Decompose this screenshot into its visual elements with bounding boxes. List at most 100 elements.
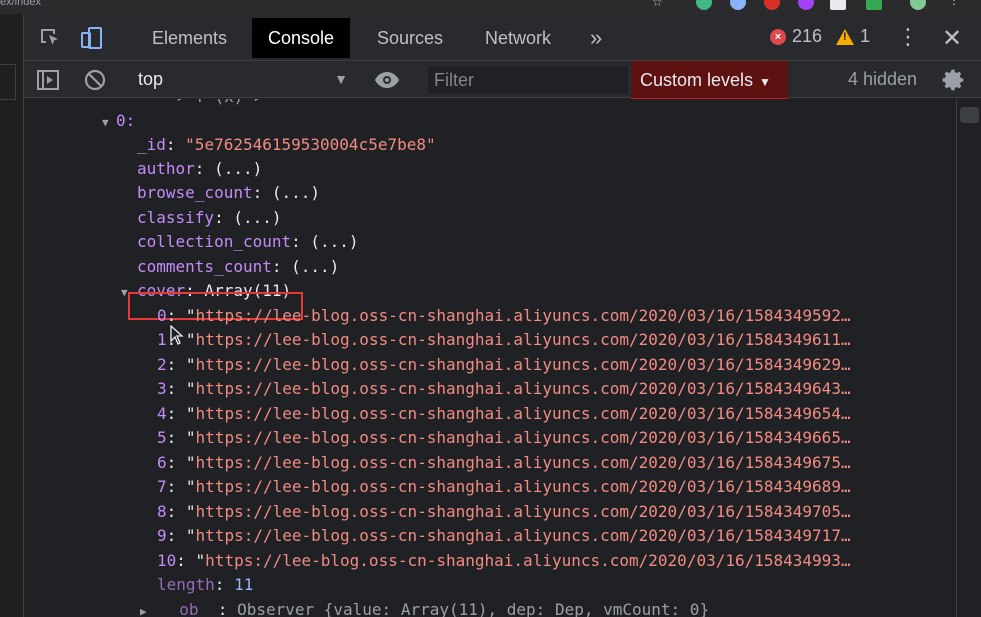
expand-triangle-icon[interactable]: ▼	[102, 111, 116, 135]
page-element	[0, 64, 16, 100]
array-value[interactable]: https://lee-blog.oss-cn-shanghai.aliyunc…	[196, 379, 851, 398]
inspect-element-icon[interactable]	[38, 26, 62, 50]
console-scrollbar[interactable]	[956, 99, 981, 617]
clear-console-icon[interactable]	[83, 68, 107, 92]
tab-console[interactable]: Console	[252, 18, 351, 58]
cover-item-row[interactable]: 9: "https://lee-blog.oss-cn-shanghai.ali…	[157, 524, 851, 548]
cover-item-row[interactable]: 5: "https://lee-blog.oss-cn-shanghai.ali…	[157, 426, 851, 450]
live-expression-eye-icon[interactable]	[374, 68, 399, 92]
extension-icon[interactable]	[730, 0, 746, 10]
extension-icon[interactable]	[866, 0, 882, 10]
array-value[interactable]: https://lee-blog.oss-cn-shanghai.aliyunc…	[196, 453, 851, 472]
field-value: "5e762546159530004c5e7be8"	[185, 135, 436, 154]
browser-url[interactable]: ex/index	[0, 0, 41, 8]
array-length-row: length: 11	[157, 575, 254, 594]
device-toolbar-icon[interactable]	[80, 26, 104, 50]
array-index: 8	[157, 502, 167, 521]
log-levels-dropdown[interactable]: Custom levels ▼	[631, 61, 788, 99]
field-row-collection-count[interactable]: collection_count: (...)	[137, 230, 359, 254]
field-key: _id	[137, 135, 166, 154]
extension-icon[interactable]	[830, 0, 846, 10]
array-index: 6	[157, 453, 167, 472]
field-value[interactable]: (...)	[214, 159, 262, 178]
field-value[interactable]: (...)	[310, 232, 358, 251]
field-row-comments-count[interactable]: comments_count: (...)	[137, 255, 339, 279]
hidden-messages-count: 4 hidden	[848, 69, 918, 89]
array-index: 9	[157, 526, 167, 545]
observer-value: Observer {value: Array(11), dep: Dep, vm…	[237, 600, 710, 617]
cover-item-row[interactable]: 2: "https://lee-blog.oss-cn-shanghai.ali…	[157, 353, 851, 377]
show-sidebar-icon[interactable]	[36, 68, 60, 92]
field-value[interactable]: (...)	[272, 183, 320, 202]
error-count: 216	[792, 26, 823, 46]
array-value[interactable]: https://lee-blog.oss-cn-shanghai.aliyunc…	[196, 502, 851, 521]
field-value[interactable]: (...)	[291, 257, 339, 276]
extension-icon[interactable]	[798, 0, 814, 10]
array-value[interactable]: https://lee-blog.oss-cn-shanghai.aliyunc…	[196, 404, 851, 423]
mouse-cursor-icon	[170, 324, 184, 345]
array-value[interactable]: https://lee-blog.oss-cn-shanghai.aliyunc…	[196, 306, 851, 325]
cover-item-row[interactable]: 10: "https://lee-blog.oss-cn-shanghai.al…	[157, 549, 851, 573]
browser-menu-icon[interactable]: ⋮	[948, 0, 964, 10]
scrollbar-thumb[interactable]	[960, 107, 979, 123]
observer-key: __ob__	[160, 600, 218, 617]
error-icon: ×	[770, 28, 786, 45]
array-index: 0	[157, 306, 167, 325]
field-key: collection_count	[137, 232, 292, 251]
array-index: 4	[157, 404, 167, 423]
field-value[interactable]: (...)	[233, 208, 281, 227]
console-settings-gear-icon[interactable]	[941, 68, 965, 92]
array-index: 10	[157, 551, 177, 570]
field-key: comments_count	[137, 257, 272, 276]
log-levels-label: Custom levels	[640, 70, 754, 90]
cover-item-row[interactable]: 3: "https://lee-blog.oss-cn-shanghai.ali…	[157, 377, 851, 401]
caret-down-icon: ▼	[759, 75, 771, 89]
browser-top-strip: ex/index ☆ ⋮	[0, 0, 981, 14]
field-row-classify[interactable]: classify: (...)	[137, 206, 282, 230]
observer-row[interactable]: ▶ __ob__: Observer {value: Array(11), dep…	[140, 598, 709, 617]
devtools-menu-icon[interactable]: ⋮	[896, 26, 920, 50]
field-row-author[interactable]: author: (...)	[137, 157, 262, 181]
extension-badge-icon[interactable]	[764, 0, 780, 10]
tab-network[interactable]: Network	[485, 18, 551, 58]
vue-extension-icon[interactable]	[696, 0, 712, 10]
length-key: length	[157, 575, 215, 594]
object-index: 0:	[116, 111, 136, 130]
cover-item-row[interactable]: 4: "https://lee-blog.oss-cn-shanghai.ali…	[157, 402, 851, 426]
filter-input[interactable]	[428, 66, 628, 94]
cover-item-row[interactable]: 6: "https://lee-blog.oss-cn-shanghai.ali…	[157, 451, 851, 475]
array-value[interactable]: https://lee-blog.oss-cn-shanghai.aliyunc…	[196, 428, 851, 447]
close-devtools-icon[interactable]: ✕	[940, 26, 964, 50]
tab-sources[interactable]: Sources	[377, 18, 443, 58]
console-output[interactable]: ▸ f (x) ▸ ▼0: _id: "5e762546159530004c5e…	[24, 99, 956, 617]
array-value[interactable]: https://lee-blog.oss-cn-shanghai.aliyunc…	[205, 551, 850, 570]
context-selector[interactable]: top ▼	[138, 61, 348, 98]
object-index-row[interactable]: ▼ 0:	[102, 109, 135, 133]
cover-item-row[interactable]: 0: "https://lee-blog.oss-cn-shanghai.ali…	[157, 304, 851, 328]
field-key: author	[137, 159, 195, 178]
field-row-browse-count[interactable]: browse_count: (...)	[137, 181, 320, 205]
array-value[interactable]: https://lee-blog.oss-cn-shanghai.aliyunc…	[196, 355, 851, 374]
cover-item-row[interactable]: 1: "https://lee-blog.oss-cn-shanghai.ali…	[157, 328, 851, 352]
context-value: top	[138, 69, 164, 89]
more-tabs-button[interactable]: »	[590, 18, 602, 58]
array-index: 7	[157, 477, 167, 496]
profile-avatar-icon[interactable]	[910, 0, 926, 10]
issue-counter[interactable]: × 216 1	[770, 26, 870, 47]
page-content-sliver	[0, 14, 24, 617]
cover-item-row[interactable]: 7: "https://lee-blog.oss-cn-shanghai.ali…	[157, 475, 851, 499]
dropdown-arrow-icon: ▼	[334, 71, 348, 87]
field-row-id[interactable]: _id: "5e762546159530004c5e7be8"	[137, 133, 436, 157]
array-index: 3	[157, 379, 167, 398]
array-value[interactable]: https://lee-blog.oss-cn-shanghai.aliyunc…	[196, 526, 851, 545]
devtools-panel: Elements Console Sources Network » × 216…	[24, 14, 981, 617]
expand-triangle-icon[interactable]: ▶	[140, 600, 160, 617]
array-value[interactable]: https://lee-blog.oss-cn-shanghai.aliyunc…	[196, 477, 851, 496]
array-value[interactable]: https://lee-blog.oss-cn-shanghai.aliyunc…	[196, 330, 851, 349]
console-toolbar: top ▼ Custom levels ▼ 4 hidden	[24, 61, 981, 99]
bookmark-star-icon[interactable]: ☆	[652, 0, 664, 8]
length-value: 11	[234, 575, 254, 594]
cover-item-row[interactable]: 8: "https://lee-blog.oss-cn-shanghai.ali…	[157, 500, 851, 524]
tab-elements[interactable]: Elements	[152, 18, 227, 58]
array-index: 5	[157, 428, 167, 447]
